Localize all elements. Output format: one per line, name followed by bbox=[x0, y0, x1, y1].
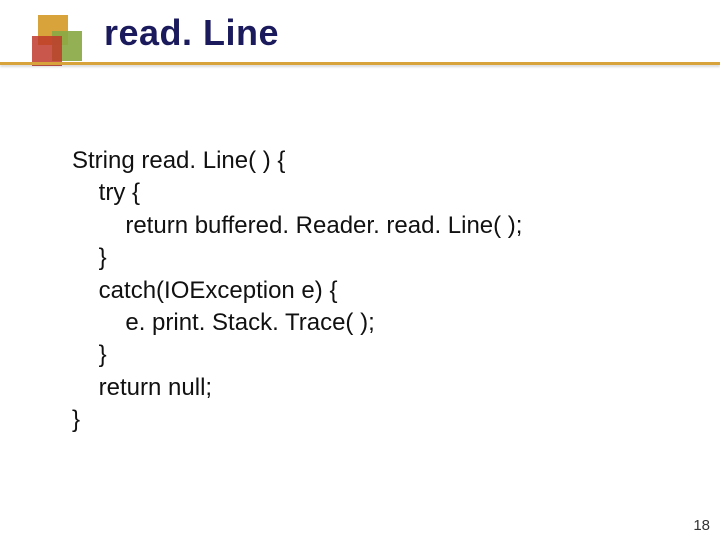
code-line: String read. Line( ) { bbox=[72, 147, 285, 174]
code-line: e. print. Stack. Trace( ); bbox=[72, 309, 375, 336]
code-line: } bbox=[72, 406, 80, 433]
code-block: String read. Line( ) { try { return buff… bbox=[72, 145, 522, 437]
code-line: catch(IOException e) { bbox=[72, 277, 337, 304]
slide-logo bbox=[10, 15, 86, 65]
code-line: } bbox=[72, 244, 107, 271]
page-number: 18 bbox=[693, 517, 710, 534]
title-underline bbox=[0, 62, 720, 65]
code-line: return null; bbox=[72, 374, 212, 401]
code-line: try { bbox=[72, 179, 140, 206]
code-line: return buffered. Reader. read. Line( ); bbox=[72, 212, 522, 239]
code-line: } bbox=[72, 341, 107, 368]
slide-title: read. Line bbox=[104, 12, 279, 54]
